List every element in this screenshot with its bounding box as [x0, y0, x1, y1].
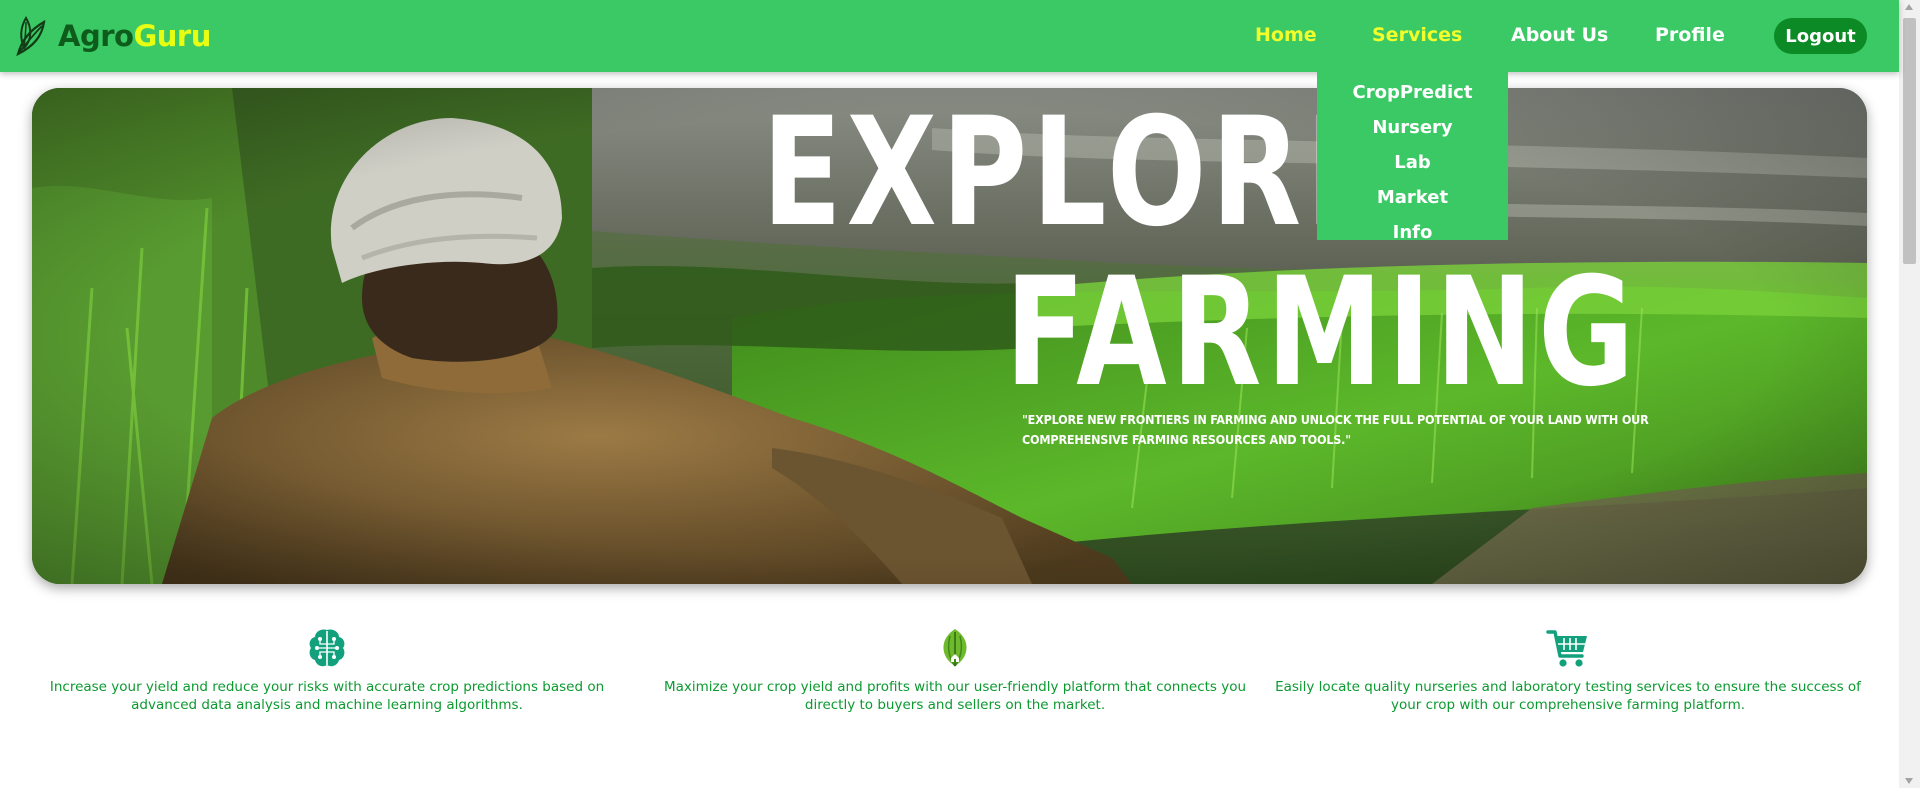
brand-name: AgroGuru: [58, 19, 211, 53]
dropdown-item-market[interactable]: Market: [1317, 187, 1508, 208]
logout-button[interactable]: Logout: [1774, 18, 1867, 54]
leaf-logo-icon: [16, 16, 46, 57]
dropdown-item-lab[interactable]: Lab: [1317, 152, 1508, 173]
dropdown-item-nursery[interactable]: Nursery: [1317, 117, 1508, 138]
nav-about-link[interactable]: About Us: [1511, 24, 1608, 46]
brand-name-part2: Guru: [133, 19, 211, 53]
nav-services-link[interactable]: Services: [1372, 24, 1462, 46]
brand-logo[interactable]: AgroGuru: [14, 14, 211, 58]
navbar: AgroGuru Home Services About Us Profile …: [0, 0, 1899, 72]
dropdown-item-croppredict[interactable]: CropPredict: [1317, 82, 1508, 103]
services-dropdown: CropPredict Nursery Lab Market Info: [1317, 72, 1508, 243]
dropdown-item-info[interactable]: Info: [1317, 222, 1508, 243]
shopping-cart-icon: [1546, 630, 1587, 667]
hero-quote: "Explore new frontiers in farming and un…: [1022, 412, 1649, 447]
feature-text-market: Maximize your crop yield and profits wit…: [663, 679, 1247, 713]
hero-title-line1: EXPLORE: [762, 88, 1391, 260]
hero-banner: EXPLORE FARMING "Explore new frontiers i…: [32, 88, 1867, 584]
scrollbar-thumb[interactable]: [1903, 18, 1916, 264]
feature-crop-prediction: Increase your yield and reduce your risk…: [32, 626, 622, 714]
scroll-up-arrow-icon[interactable]: [1905, 4, 1913, 10]
feature-nursery-lab: Easily locate quality nurseries and labo…: [1273, 626, 1863, 714]
leaf-house-icon: [943, 629, 967, 667]
feature-market: Maximize your crop yield and profits wit…: [660, 626, 1250, 714]
scroll-down-arrow-icon[interactable]: [1905, 778, 1913, 784]
nav-profile-link[interactable]: Profile: [1655, 24, 1725, 46]
brand-name-part1: Agro: [58, 19, 134, 53]
feature-text-crop-prediction: Increase your yield and reduce your risk…: [49, 679, 605, 713]
nav-home-link[interactable]: Home: [1255, 24, 1317, 46]
hero-title-line2: FARMING: [1005, 246, 1639, 420]
page-scrollbar[interactable]: [1899, 0, 1920, 788]
brain-circuit-icon: [309, 629, 345, 667]
feature-text-nursery-lab: Easily locate quality nurseries and labo…: [1275, 679, 1861, 713]
